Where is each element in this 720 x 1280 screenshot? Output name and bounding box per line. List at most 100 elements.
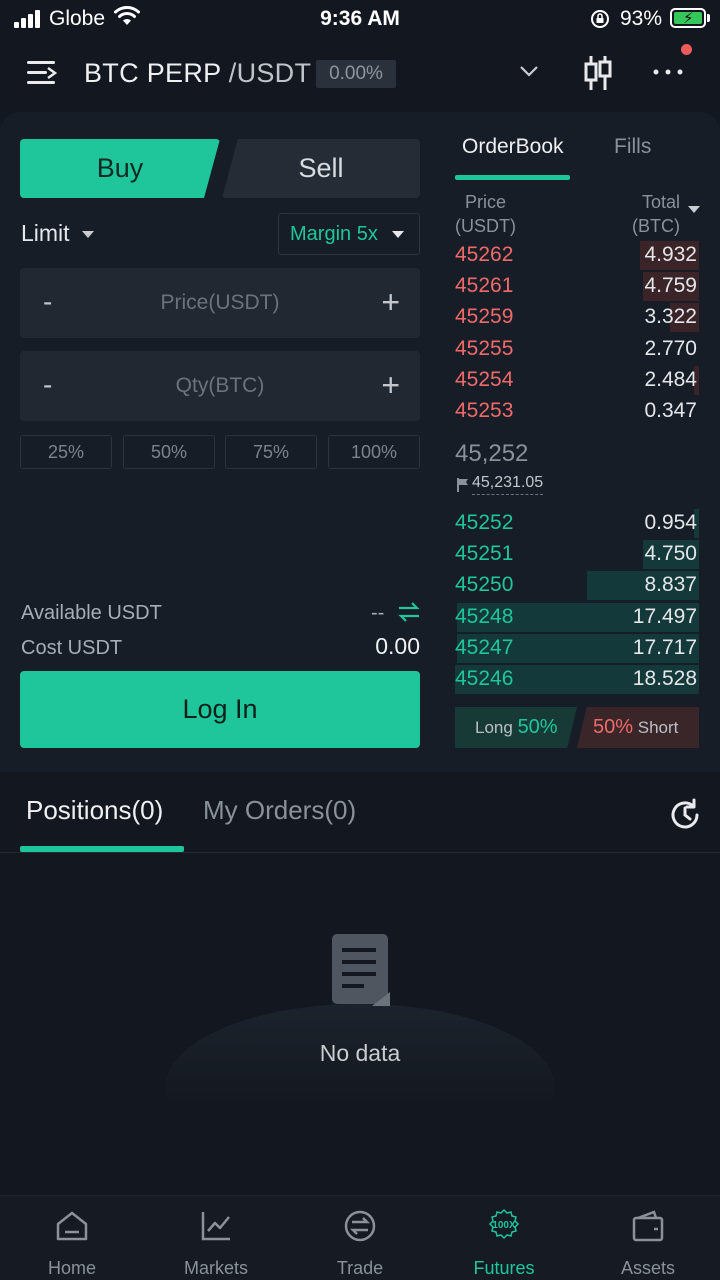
empty-state-text: No data [319,1040,401,1066]
cost-value: 0.00 [375,633,420,659]
qty-input[interactable] [90,351,350,421]
ask-row[interactable]: 45261 4.759 [455,272,699,302]
transfer-icon[interactable] [397,600,421,624]
tab-orderbook[interactable]: OrderBook [462,135,564,159]
total-header-label: Total [641,192,680,212]
trade-icon [344,1210,376,1242]
tab-fills[interactable]: Fills [614,135,651,159]
bottom-tab-bar: Home Markets Trade 100X Futures Assets [0,1195,720,1280]
total-column-header[interactable]: Total (BTC) [626,190,680,238]
menu-icon[interactable] [27,58,57,88]
tab-trade-label: Trade [336,1258,384,1278]
notification-dot [681,44,692,55]
caret-down-icon [81,231,94,239]
empty-state-background [165,1004,555,1144]
caret-down-icon[interactable] [688,206,700,213]
markets-icon [201,1212,230,1241]
document-icon [332,934,390,1006]
available-label: Available USDT [21,602,162,624]
total-header-unit: (BTC) [632,216,680,236]
ask-total: 0.347 [644,399,697,422]
bid-row[interactable]: 45251 4.750 [455,540,699,570]
long-percent: 50% [517,716,558,738]
long-label: Long [475,718,513,737]
bid-price: 45251 [455,542,514,566]
ask-total: 4.759 [644,274,697,298]
short-label: Short [637,718,679,737]
ask-total: 2.484 [644,367,697,391]
ask-price: 45259 [455,305,514,329]
cost-label: Cost USDT [21,637,123,659]
tab-futures[interactable]: 100X Futures [432,1196,576,1280]
flag-icon [457,478,468,492]
ask-row[interactable]: 45254 2.484 [455,365,699,395]
home-icon [56,1211,88,1241]
price-input-group: - + [20,268,420,338]
percent-100-button[interactable]: 100% [328,435,420,469]
ask-price: 45255 [455,336,514,360]
bid-price: 45250 [455,573,514,597]
bid-row[interactable]: 45246 18.528 [455,665,699,694]
percent-75-button[interactable]: 75% [225,435,317,469]
margin-select[interactable]: Margin 5x [278,213,420,255]
bid-row[interactable]: 45252 0.954 [455,509,699,538]
ask-price: 45261 [455,274,514,298]
bid-total: 18.528 [632,667,697,690]
mark-price[interactable]: 45,231.05 [472,474,544,495]
buy-button[interactable]: Buy [20,139,220,198]
login-button[interactable]: Log In [20,671,420,748]
price-decrement-button[interactable]: - [43,286,52,318]
order-type-select[interactable]: Limit [21,220,94,247]
tab-futures-label: Futures [473,1258,535,1278]
ask-price: 45253 [455,399,514,422]
price-input[interactable] [90,268,350,338]
sell-button[interactable]: Sell [222,139,420,198]
bid-total: 17.717 [632,635,697,659]
app-header: BTC PERP /USDT 0.00% [0,44,720,108]
tab-assets-label: Assets [620,1258,676,1278]
trading-pair-title[interactable]: BTC PERP /USDT [84,58,311,89]
battery-percent: 93% [620,7,663,30]
long-ratio: Long 50% [455,707,577,748]
assets-icon [632,1210,664,1242]
qty-increment-button[interactable]: + [381,367,400,404]
ask-row[interactable]: 45262 4.932 [455,241,699,270]
tab-markets-label: Markets [183,1258,248,1278]
price-column-header: Price (USDT) [455,190,516,238]
tab-trade[interactable]: Trade [288,1196,432,1280]
ask-total: 2.770 [644,336,697,360]
ask-row[interactable]: 45259 3.322 [455,303,699,333]
status-bar: Globe 9:36 AM 93% ⚡ [0,0,720,40]
more-options-icon[interactable] [652,60,684,84]
qty-decrement-button[interactable]: - [43,369,52,401]
price-header-unit: (USDT) [455,216,516,236]
bid-row[interactable]: 45248 17.497 [455,602,699,632]
chevron-down-icon[interactable] [518,60,540,82]
bid-row[interactable]: 45247 17.717 [455,633,699,663]
history-icon[interactable] [666,796,704,834]
divider [0,852,720,853]
margin-label: Margin 5x [290,223,378,245]
tab-positions[interactable]: Positions(0) [26,795,163,826]
bid-price: 45248 [455,604,514,628]
price-increment-button[interactable]: + [381,284,400,321]
bid-price: 45252 [455,511,514,534]
ask-row[interactable]: 45253 0.347 [455,397,699,426]
ask-row[interactable]: 45255 2.770 [455,335,699,364]
tab-my-orders[interactable]: My Orders(0) [203,795,356,826]
candlestick-chart-icon[interactable] [582,54,614,92]
tab-markets[interactable]: Markets [144,1196,288,1280]
bid-total: 0.954 [644,511,697,534]
ask-price: 45262 [455,243,514,266]
bid-row[interactable]: 45250 8.837 [455,571,699,601]
pair-base: BTC PERP [84,58,221,88]
last-price: 45,252 [455,440,529,467]
battery-cap [707,14,710,22]
available-value: -- [371,602,385,624]
status-time: 9:36 AM [320,7,400,30]
percent-50-button[interactable]: 50% [123,435,215,469]
percent-25-button[interactable]: 25% [20,435,112,469]
tab-home[interactable]: Home [0,1196,144,1280]
ask-price: 45254 [455,367,514,391]
tab-assets[interactable]: Assets [576,1196,720,1280]
